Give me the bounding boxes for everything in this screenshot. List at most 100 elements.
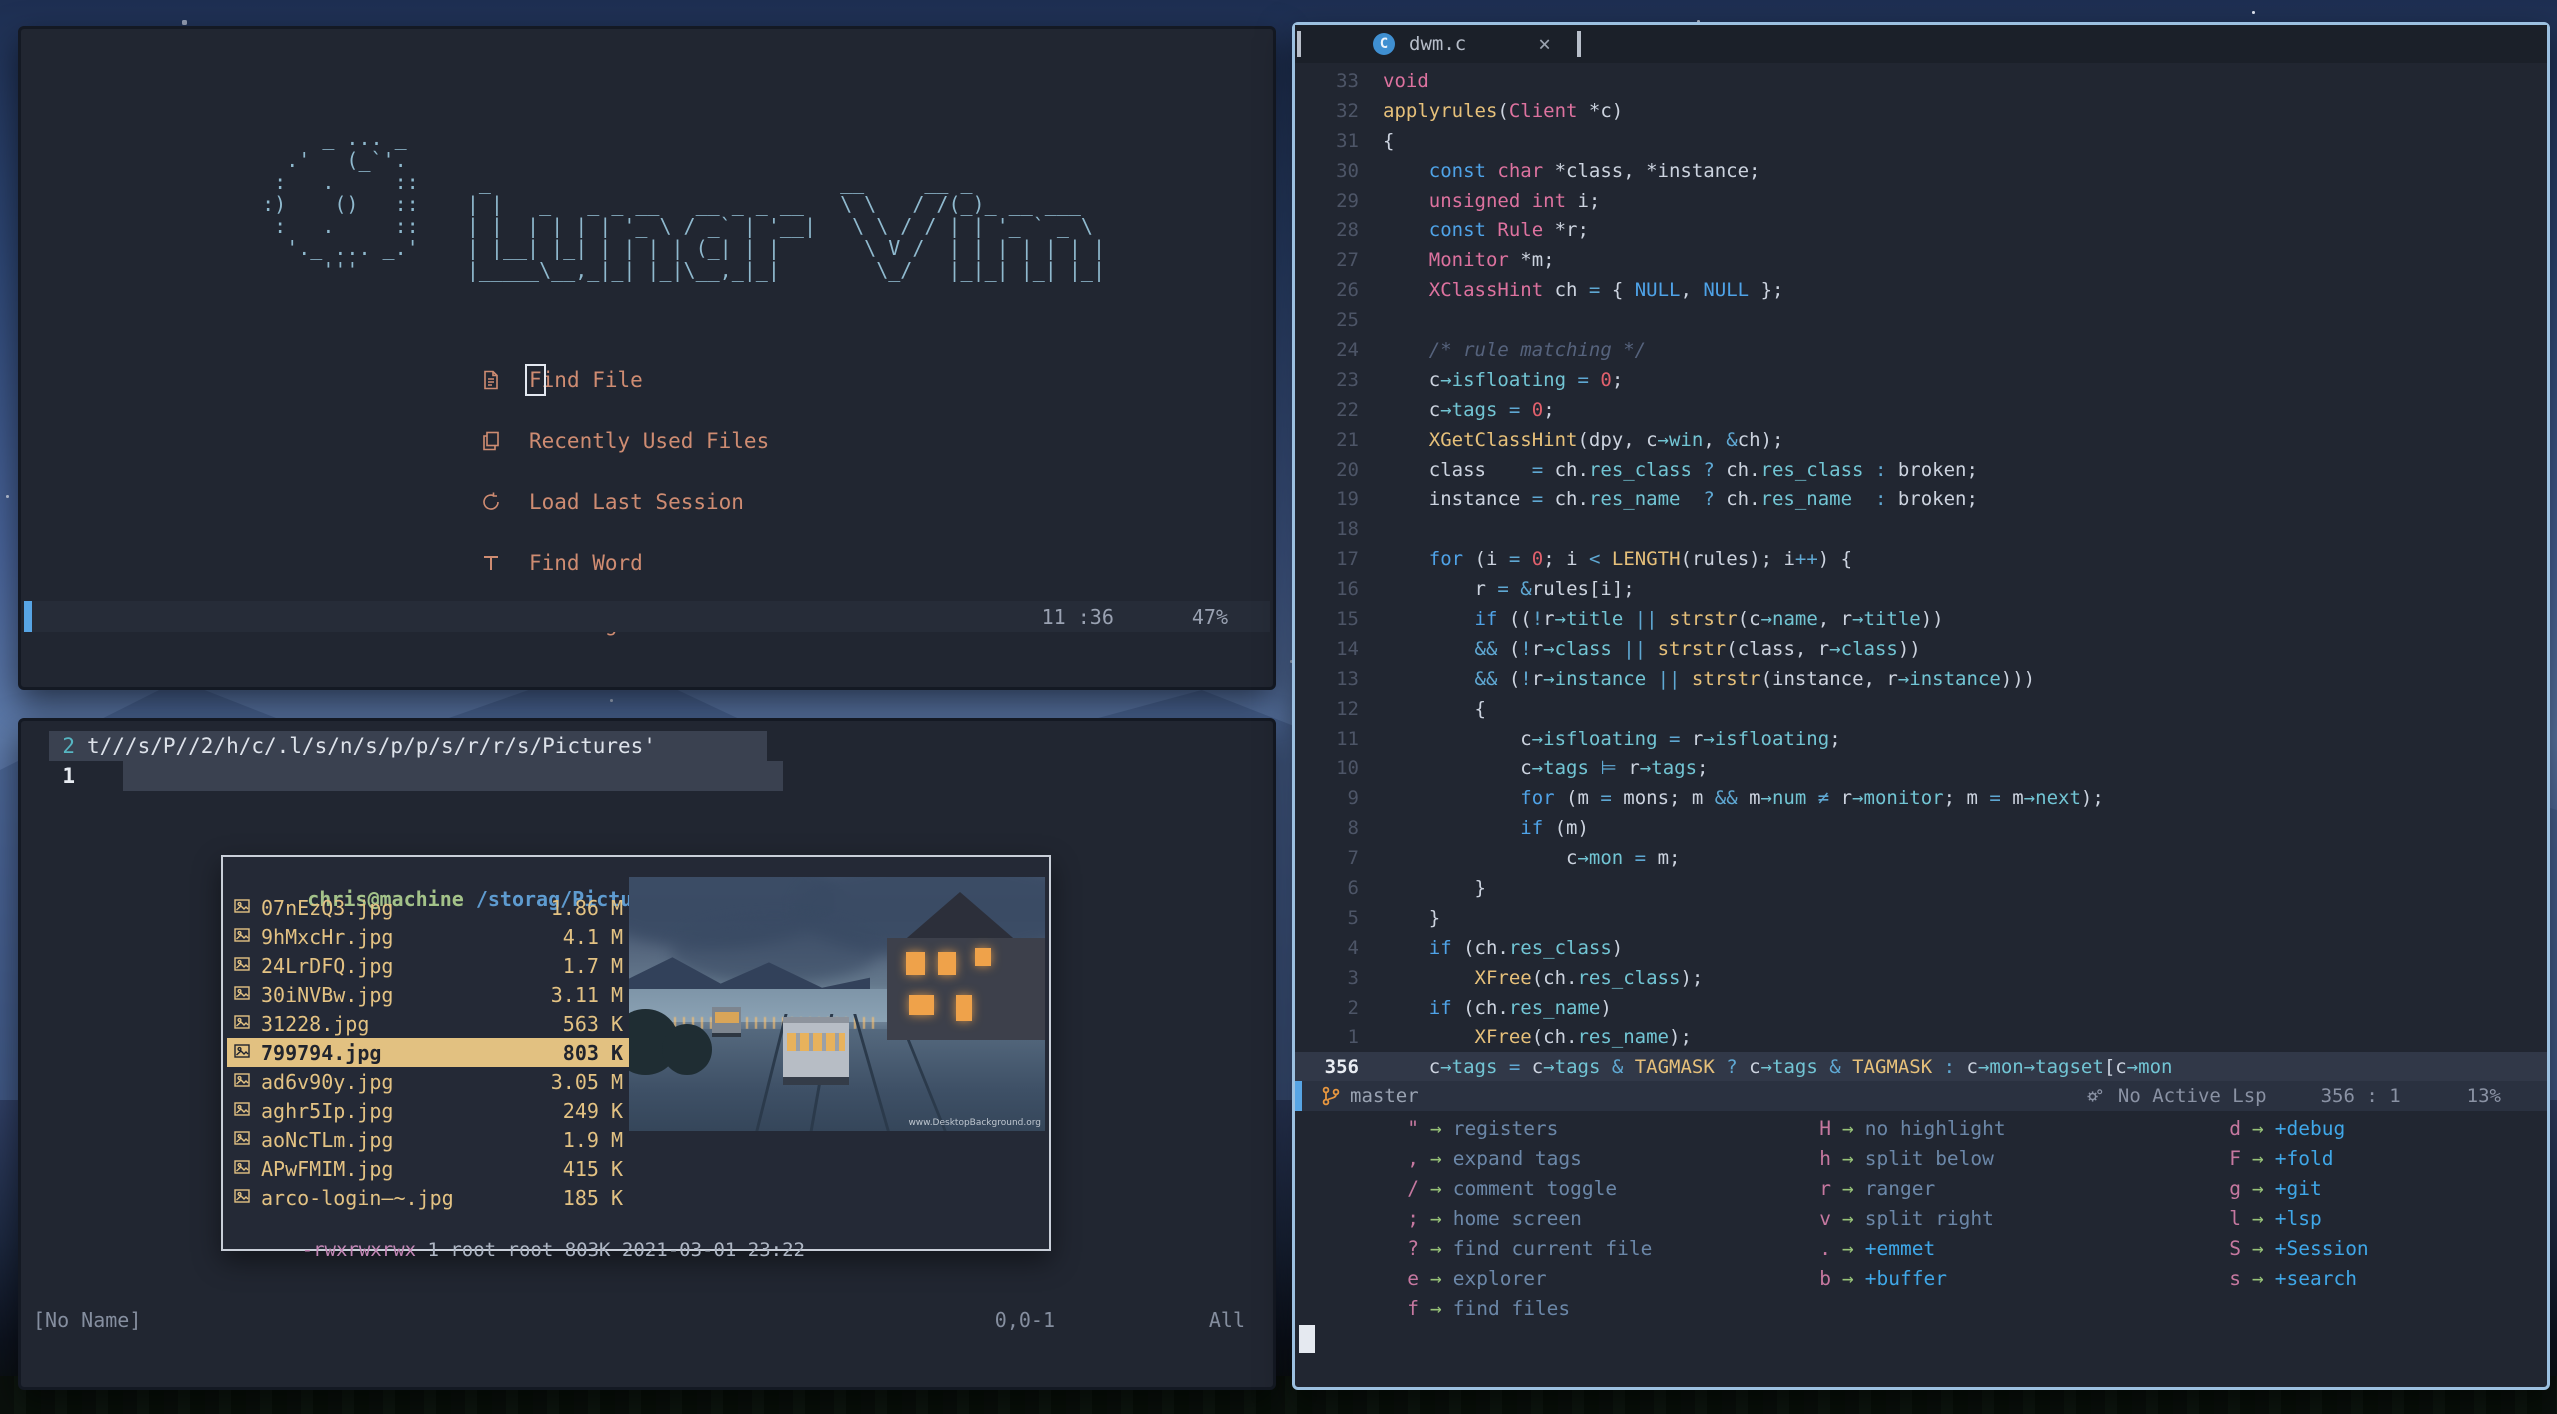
file-row[interactable]: 07nEzQ3.jpg 1.86 M [227, 893, 631, 922]
arrow-icon: → [1430, 1206, 1442, 1230]
mode-indicator-bar [1295, 1081, 1302, 1111]
code-line[interactable]: 21 XGetClassHint(dpy, c→win, &ch); [1295, 425, 2547, 455]
code-area[interactable]: 33 void 32 applyrules(Client *c) 31{30 const… [1295, 66, 2547, 1083]
binding-label: +search [2274, 1266, 2357, 1290]
code-line[interactable]: 19 instance = ch.res_name ? ch.res_name … [1295, 484, 2547, 514]
code-text: if ((!r→title || strstr(c→name, r→title)… [1383, 607, 1944, 630]
binding-label: ranger [1864, 1176, 1936, 1200]
code-line[interactable]: 28 const Rule *r; [1295, 215, 2547, 245]
buffer-line[interactable]: t///s/P//2/h/c/.l/s/n/s/p/p/s/r/r/s/Pict… [87, 731, 656, 761]
dashboard-menu-item[interactable]: Load Last Session [479, 471, 769, 532]
code-line[interactable]: 4 if (ch.res_class) [1295, 933, 2547, 963]
code-line[interactable]: 23 c→isfloating = 0; [1295, 365, 2547, 395]
scratch-statusline: [No Name] 0,0-1 All [21, 1305, 1273, 1335]
menu-item-label: Find File [525, 363, 643, 396]
code-line-current[interactable]: 356 c→tags = c→tags & TAGMASK ? c→tags &… [1295, 1052, 2547, 1083]
line-number: 13 [1336, 667, 1359, 690]
file-row[interactable]: arco-login—~.jpg 185 K [227, 1183, 631, 1212]
binding-label: split right [1864, 1206, 1994, 1230]
find-file-icon [479, 368, 503, 392]
line-number: 29 [1336, 189, 1359, 212]
code-line[interactable]: 2 if (ch.res_name) [1295, 993, 2547, 1023]
code-line[interactable]: 25 [1295, 305, 2547, 335]
dashboard-menu-item[interactable]: Recently Used Files [479, 410, 769, 471]
code-line[interactable]: 18 [1295, 514, 2547, 544]
code-line[interactable]: 22 c→tags = 0; [1295, 395, 2547, 425]
line-number: 8 [1347, 817, 1359, 840]
code-line[interactable]: 31 { [1295, 126, 2547, 156]
code-editor-window: C dwm.c × 33 void 32 applyrules(Client *c) 3… [1292, 22, 2550, 1390]
file-name: arco-login—~.jpg [261, 1185, 454, 1210]
code-line[interactable]: 29 unsigned int i; [1295, 186, 2547, 216]
file-size: 1.9 M [562, 1127, 623, 1152]
code-line[interactable]: 11 c→isfloating = r→isfloating; [1295, 724, 2547, 754]
tab-close-icon[interactable]: × [1538, 32, 1551, 56]
dashboard-menu-item[interactable]: Find Word [479, 532, 769, 593]
file-name: 07nEzQ3.jpg [261, 895, 394, 920]
which-key-binding: v → split right [1815, 1203, 2006, 1233]
load-session-icon [479, 490, 503, 514]
line-number: 2 [1347, 996, 1359, 1019]
c-language-icon: C [1373, 33, 1395, 55]
file-row[interactable]: 24LrDFQ.jpg 1.7 M [227, 951, 631, 980]
code-line[interactable]: 20 class = ch.res_class ? ch.res_class :… [1295, 455, 2547, 485]
git-branch-name[interactable]: master [1350, 1085, 1419, 1107]
binding-label: comment toggle [1452, 1176, 1618, 1200]
code-line[interactable]: 6 } [1295, 873, 2547, 903]
code-line[interactable]: 24 /* rule matching */ [1295, 335, 2547, 365]
code-line[interactable]: 8 if (m) [1295, 813, 2547, 843]
line-number: 30 [1336, 159, 1359, 182]
code-line[interactable]: 17 for (i = 0; i < LENGTH(rules); i++) { [1295, 544, 2547, 574]
code-line[interactable]: 9 for (m = mons; m && m→num ≠ r→monitor;… [1295, 783, 2547, 813]
code-text: && (!r→instance || strstr(instance, r→in… [1383, 667, 2036, 690]
line-number: 27 [1336, 249, 1359, 272]
binding-key: . [1819, 1236, 1831, 1260]
code-line[interactable]: 27 Monitor *m; [1295, 245, 2547, 275]
file-row[interactable]: 9hMxcHr.jpg 4.1 M [227, 922, 631, 951]
image-file-icon [233, 1070, 251, 1094]
file-row[interactable]: 30iNVBw.jpg 3.11 M [227, 980, 631, 1009]
file-size: 1.7 M [562, 953, 623, 978]
code-line[interactable]: 32 applyrules(Client *c) [1295, 96, 2547, 126]
line-number: 32 [1336, 99, 1359, 122]
code-line[interactable]: 5 } [1295, 903, 2547, 933]
code-line[interactable]: 15 if ((!r→title || strstr(c→name, r→tit… [1295, 604, 2547, 634]
code-line[interactable]: 7 c→mon = m; [1295, 843, 2547, 873]
binding-key: " [1407, 1116, 1419, 1140]
which-key-binding: S → +Session [2225, 1233, 2368, 1263]
file-name: ad6v90y.jpg [261, 1069, 394, 1094]
code-line[interactable]: 1 XFree(ch.res_name); [1295, 1023, 2547, 1053]
file-row-selected[interactable]: 799794.jpg 803 K [227, 1038, 631, 1067]
find-word-icon [479, 551, 503, 575]
code-text: { [1383, 129, 1395, 152]
code-line[interactable]: 33 void [1295, 66, 2547, 96]
code-line[interactable]: 14 && (!r→class || strstr(class, r→class… [1295, 634, 2547, 664]
code-line[interactable]: 12 { [1295, 694, 2547, 724]
code-line[interactable]: 16 r = &rules[i]; [1295, 574, 2547, 604]
code-line[interactable]: 3 XFree(ch.res_class); [1295, 963, 2547, 993]
preview-watermark: www.DesktopBackground.org [908, 1118, 1041, 1128]
arrow-icon: → [1842, 1116, 1854, 1140]
binding-key: f [1407, 1296, 1419, 1320]
binding-key: e [1407, 1266, 1419, 1290]
code-line[interactable]: 10 c→tags ⊨ r→tags; [1295, 753, 2547, 783]
permission-details: 1 root root 803K 2021-03-01 23:22 [416, 1239, 805, 1261]
tab-dwm-c[interactable]: C dwm.c × [1301, 25, 1577, 63]
file-size: 3.11 M [550, 982, 623, 1007]
code-text: if (ch.res_name) [1383, 996, 1612, 1019]
code-line[interactable]: 30 const char *class, *instance; [1295, 156, 2547, 186]
which-key-binding: d → +debug [2225, 1113, 2369, 1143]
file-row[interactable]: aoNcTLm.jpg 1.9 M [227, 1125, 631, 1154]
line-number: 5 [1347, 906, 1359, 929]
dashboard-menu-item[interactable]: Find File [479, 349, 769, 410]
binding-key: v [1819, 1206, 1831, 1230]
code-text: if (m) [1383, 817, 1589, 840]
file-row[interactable]: APwFMIM.jpg 415 K [227, 1154, 631, 1183]
file-row[interactable]: ad6v90y.jpg 3.05 M [227, 1067, 631, 1096]
file-row[interactable]: aghr5Ip.jpg 249 K [227, 1096, 631, 1125]
code-line[interactable]: 26 XClassHint ch = { NULL, NULL }; [1295, 275, 2547, 305]
line-number: 24 [1336, 338, 1359, 361]
code-line[interactable]: 13 && (!r→instance || strstr(instance, r… [1295, 664, 2547, 694]
file-row[interactable]: 31228.jpg 563 K [227, 1009, 631, 1038]
code-text: XFree(ch.res_name); [1383, 1026, 1692, 1049]
